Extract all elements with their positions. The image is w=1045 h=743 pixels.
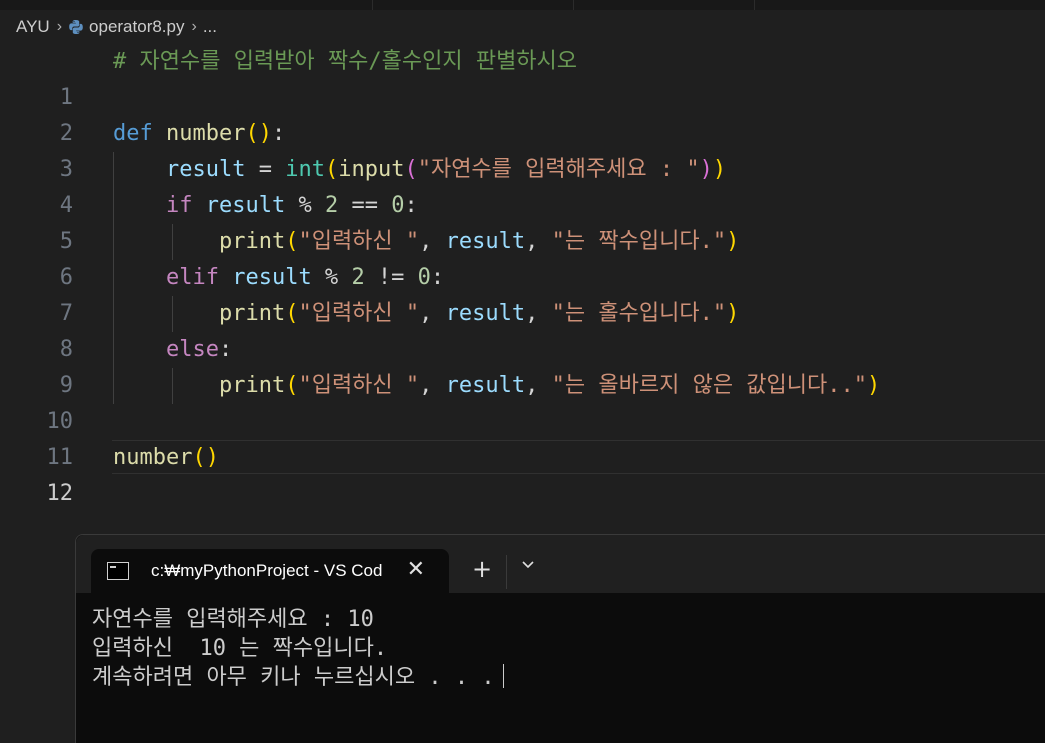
chevron-right-icon: › bbox=[191, 18, 197, 35]
tab-segment[interactable] bbox=[373, 0, 574, 10]
comment: # 자연수를 입력받아 짝수/홀수인지 판별하시오 bbox=[113, 49, 578, 74]
string: "입력하신 " bbox=[298, 373, 420, 398]
variable: result bbox=[192, 193, 286, 218]
paren: ) bbox=[712, 157, 727, 182]
paren: ( bbox=[285, 373, 299, 398]
operator: % bbox=[285, 193, 325, 218]
builtin: print bbox=[218, 373, 286, 398]
python-file-icon bbox=[69, 20, 83, 34]
keyword: elif bbox=[165, 265, 219, 290]
paren: ) bbox=[726, 301, 740, 326]
code-line[interactable]: 6 print("입력하신 ", result, "는 짝수입니다.") bbox=[0, 224, 1045, 290]
operator: == bbox=[338, 193, 392, 218]
tab-divider bbox=[506, 555, 507, 589]
code-line[interactable]: 11 bbox=[0, 404, 1045, 470]
code-line[interactable]: 2 bbox=[0, 80, 1045, 146]
code-line[interactable]: 12 number() bbox=[0, 440, 1045, 506]
colon: : bbox=[218, 337, 233, 362]
variable: result bbox=[218, 265, 312, 290]
editor-tab-strip bbox=[0, 0, 1045, 10]
variable: result bbox=[445, 301, 526, 326]
terminal-tab[interactable]: c:₩myPythonProject - VS Cod ✕ bbox=[91, 549, 449, 593]
comma: , bbox=[419, 229, 446, 254]
paren: ( bbox=[285, 229, 299, 254]
paren: ( bbox=[285, 301, 299, 326]
number: 2 bbox=[324, 193, 339, 218]
function-call: number bbox=[113, 445, 193, 470]
string: "입력하신 " bbox=[298, 229, 420, 254]
operator: = bbox=[245, 157, 286, 182]
keyword: def bbox=[113, 121, 153, 146]
colon: : bbox=[271, 121, 286, 146]
keyword: else bbox=[165, 337, 219, 362]
code-line[interactable]: 5 if result % 2 == 0: bbox=[0, 188, 1045, 254]
terminal-tab-title: c:₩myPythonProject - VS Cod bbox=[151, 561, 383, 580]
builtin: input bbox=[338, 157, 405, 182]
chevron-right-icon: › bbox=[56, 18, 63, 35]
builtin: int bbox=[285, 157, 325, 182]
string: "는 올바르지 않은 값입니다.." bbox=[551, 373, 867, 398]
operator: != bbox=[364, 265, 418, 290]
terminal-tab-bar: c:₩myPythonProject - VS Cod ✕ + bbox=[76, 535, 1045, 593]
variable: result bbox=[445, 373, 526, 398]
comma: , bbox=[525, 229, 552, 254]
number: 2 bbox=[351, 265, 365, 290]
code-line[interactable]: 9 else: bbox=[0, 332, 1045, 398]
terminal-window[interactable]: c:₩myPythonProject - VS Cod ✕ + 자연수를 입력해… bbox=[75, 534, 1045, 743]
code-line[interactable]: 10 print("입력하신 ", result, "는 올바르지 않은 값입니… bbox=[0, 368, 1045, 434]
terminal-line: 계속하려면 아무 키나 누르십시오 . . . bbox=[92, 665, 495, 690]
chevron-down-icon[interactable] bbox=[520, 559, 536, 571]
builtin: print bbox=[218, 229, 286, 254]
code-line[interactable]: 3 def number(): bbox=[0, 116, 1045, 182]
terminal-cmd-icon bbox=[107, 562, 129, 580]
paren: ( bbox=[324, 157, 339, 182]
keyword: if bbox=[165, 193, 193, 218]
comma: , bbox=[419, 301, 446, 326]
paren: ) bbox=[205, 445, 219, 470]
string: "는 짝수입니다." bbox=[551, 229, 727, 254]
comma: , bbox=[525, 373, 552, 398]
paren: ) bbox=[726, 229, 740, 254]
breadcrumb: AYU › operator8.py › ... bbox=[0, 13, 1045, 41]
string: "자연수를 입력해주세요 : " bbox=[417, 157, 700, 182]
breadcrumb-more[interactable]: ... bbox=[203, 17, 217, 37]
terminal-output[interactable]: 자연수를 입력해주세요 : 10 입력하신 10 는 짝수입니다. 계속하려면 아무… bbox=[92, 605, 504, 692]
paren: ) bbox=[699, 157, 713, 182]
code-editor[interactable]: 1 # 자연수를 입력받아 짝수/홀수인지 판별하시오 2 3 def numb… bbox=[0, 44, 1045, 506]
paren: ( bbox=[245, 121, 259, 146]
paren: ) bbox=[258, 121, 272, 146]
text-cursor bbox=[502, 664, 504, 688]
builtin: print bbox=[218, 301, 286, 326]
string: "는 홀수입니다." bbox=[551, 301, 727, 326]
number: 0 bbox=[391, 193, 405, 218]
comma: , bbox=[525, 301, 552, 326]
paren: ( bbox=[192, 445, 206, 470]
terminal-line: 입력하신 10 는 짝수입니다. bbox=[92, 636, 388, 661]
close-icon[interactable]: ✕ bbox=[407, 557, 425, 582]
code-line[interactable]: 4 result = int(input("자연수를 입력해주세요 : ")) bbox=[0, 152, 1045, 218]
terminal-line: 자연수를 입력해주세요 : 10 bbox=[92, 607, 374, 632]
variable: result bbox=[445, 229, 526, 254]
terminal-line-last: 계속하려면 아무 키나 누르십시오 . . . bbox=[92, 663, 504, 692]
plus-icon[interactable]: + bbox=[472, 555, 492, 583]
colon: : bbox=[404, 193, 418, 218]
tab-segment[interactable] bbox=[574, 0, 755, 10]
number: 0 bbox=[417, 265, 431, 290]
colon: : bbox=[430, 265, 445, 290]
code-line[interactable]: 7 elif result % 2 != 0: bbox=[0, 260, 1045, 326]
operator: % bbox=[311, 265, 352, 290]
paren: ) bbox=[867, 373, 881, 398]
comma: , bbox=[419, 373, 446, 398]
code-line[interactable]: 1 # 자연수를 입력받아 짝수/홀수인지 판별하시오 bbox=[0, 44, 1045, 110]
string: "입력하신 " bbox=[298, 301, 420, 326]
breadcrumb-file[interactable]: operator8.py bbox=[89, 17, 184, 37]
function-name: number bbox=[166, 121, 246, 146]
code-line[interactable]: 8 print("입력하신 ", result, "는 홀수입니다.") bbox=[0, 296, 1045, 362]
breadcrumb-folder[interactable]: AYU bbox=[0, 17, 50, 37]
variable: result bbox=[165, 157, 246, 182]
line-number: 12 bbox=[46, 481, 74, 506]
tab-segment[interactable] bbox=[0, 0, 373, 10]
paren: ( bbox=[404, 157, 418, 182]
